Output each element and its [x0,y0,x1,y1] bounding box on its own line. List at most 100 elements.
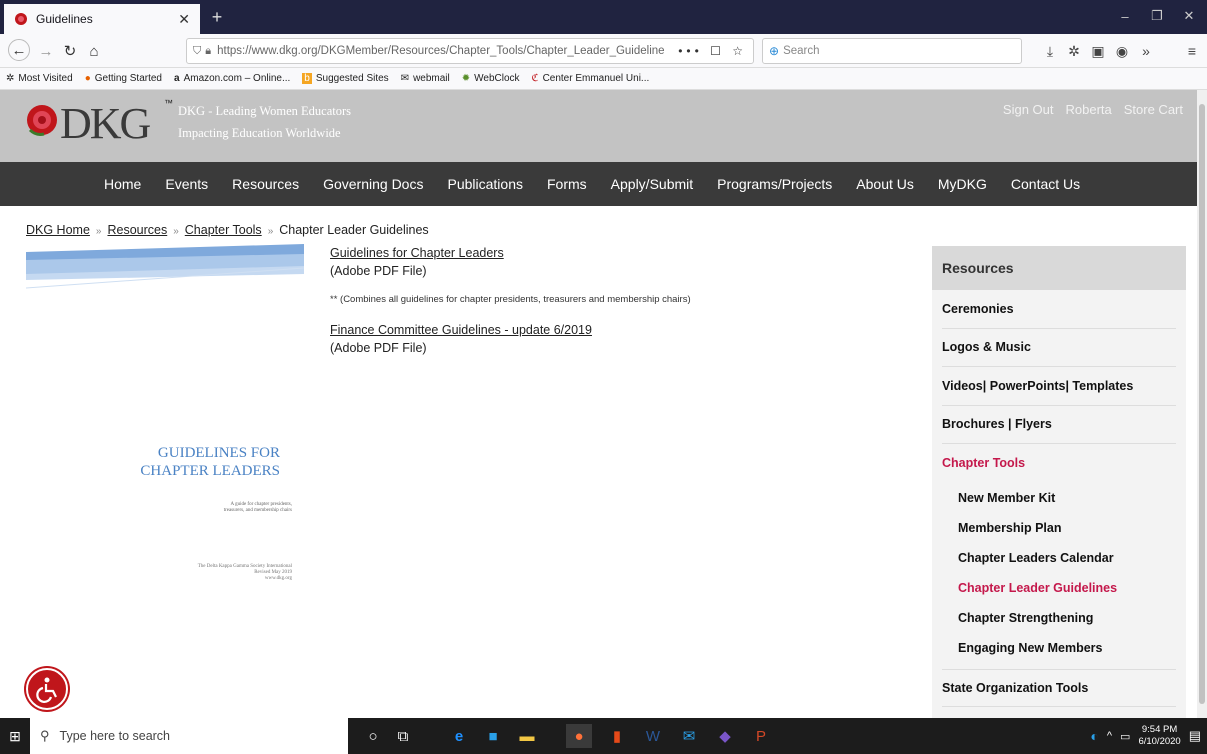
cover-subtitle: A guide for chapter presidents, treasure… [26,502,292,514]
back-icon[interactable]: ← [8,39,30,61]
nav-mydkg[interactable]: MyDKG [938,176,987,192]
dkg-logo[interactable]: DKG [24,96,164,156]
task-view-icon[interactable]: ⧉ [390,724,416,748]
breadcrumb-separator: » [173,226,179,237]
extension-icon[interactable]: ✲ [1064,42,1084,60]
cover-title-line: CHAPTER LEADERS [140,463,280,479]
clock-time: 9:54 PM [1141,724,1178,735]
minimize-icon[interactable]: – [1110,6,1140,26]
bookmark-amazon[interactable]: a Amazon.com – Online... [174,73,290,84]
sidebar-item-videos[interactable]: Videos| PowerPoints| Templates [942,367,1176,406]
mail-taskbar-icon[interactable]: ✉ [676,724,702,748]
page-scrollbar[interactable] [1197,90,1207,718]
new-tab-icon[interactable]: + [204,4,230,30]
sidebar-toggle-icon[interactable]: ▣ [1088,42,1108,60]
site-header: DKG ™ DKG - Leading Women Educators Impa… [0,90,1197,162]
breadcrumb-chapter-tools[interactable]: Chapter Tools [185,223,262,237]
downloads-icon[interactable]: ⤓ [1040,42,1060,60]
nav-apply-submit[interactable]: Apply/Submit [611,176,693,192]
user-links: Sign Out Roberta Store Cart [1003,102,1183,117]
trademark-symbol: ™ [164,98,173,108]
firefox-taskbar-icon[interactable]: ● [566,724,592,748]
breadcrumb-dkg-home[interactable]: DKG Home [26,223,90,237]
search-icon: ⚲ [40,728,50,743]
cortana-icon[interactable]: ○ [360,724,386,748]
bookmark-suggested-sites[interactable]: b Suggested Sites [302,73,389,84]
nav-governing-docs[interactable]: Governing Docs [323,176,423,192]
guidelines-cover-image[interactable]: GUIDELINES FOR CHAPTER LEADERS A guide f… [26,244,304,614]
scrollbar-thumb[interactable] [1199,104,1205,704]
sign-out-link[interactable]: Sign Out [1003,102,1054,117]
help-icon[interactable]: ◐ [1090,728,1098,744]
web-page: DKG ™ DKG - Leading Women Educators Impa… [0,90,1197,718]
bookmark-getting-started[interactable]: ● Getting Started [85,73,162,84]
file-explorer-icon[interactable]: ▬ [514,724,540,748]
bookmark-webclock[interactable]: ✹ WebClock [462,73,520,84]
restore-icon[interactable]: ❐ [1142,6,1172,26]
sidebar-sub-new-member-kit[interactable]: New Member Kit [932,483,1186,513]
office-icon[interactable]: ▮ [604,724,630,748]
forward-icon[interactable]: → [34,39,58,63]
nav-programs-projects[interactable]: Programs/Projects [717,176,832,192]
doc-file-type: (Adobe PDF File) [330,264,427,278]
windows-start-icon[interactable]: ⊞ [0,718,30,754]
network-icon[interactable]: ▭ [1120,730,1130,743]
edge-icon[interactable]: e [446,724,472,748]
sidebar-item-chapter-tools[interactable]: Chapter Tools [942,444,1176,483]
nav-resources[interactable]: Resources [232,176,299,192]
search-placeholder: Search [783,45,820,57]
sidebar-sub-chapter-strengthening[interactable]: Chapter Strengthening [932,603,1186,633]
overflow-menu-icon[interactable]: » [1136,42,1156,60]
sidebar-item-ceremonies[interactable]: Ceremonies [942,290,1176,329]
sidebar-item-logos-music[interactable]: Logos & Music [942,329,1176,367]
sidebar-heading: Resources [932,246,1186,290]
account-icon[interactable]: ◉ [1112,42,1132,60]
sidebar-sub-chapter-leaders-calendar[interactable]: Chapter Leaders Calendar [932,543,1186,573]
word-icon[interactable]: W [640,724,666,748]
site-subtagline: Impacting Education Worldwide [178,126,341,140]
cover-footer: The Delta Kappa Gamma Society Internatio… [26,564,292,582]
sidebar-sub-chapter-leader-guidelines[interactable]: Chapter Leader Guidelines [932,573,1186,603]
close-window-icon[interactable]: ✕ [1174,6,1204,26]
user-name-link[interactable]: Roberta [1066,102,1112,117]
breadcrumb-separator: » [95,226,102,237]
breadcrumb-resources[interactable]: Resources [107,223,167,237]
home-icon[interactable]: ⌂ [82,39,106,63]
search-bar[interactable]: ⊕ Search [762,38,1022,64]
bookmark-center-emmanuel[interactable]: ℭ Center Emmanuel Uni... [532,73,650,84]
browser-tab[interactable]: Guidelines ✕ [4,4,200,34]
finance-committee-guidelines-link[interactable]: Finance Committee Guidelines - update 6/… [330,323,890,337]
nav-events[interactable]: Events [165,176,208,192]
bookmark-webmail[interactable]: ✉ webmail [401,73,450,84]
hamburger-menu-icon[interactable]: ≡ [1182,42,1202,60]
sidebar-item-state-organization-tools[interactable]: State Organization Tools [942,668,1176,707]
gear-icon: ✲ [6,73,15,84]
notifications-icon[interactable]: ▤ [1189,728,1201,744]
windows-taskbar: ⊞ ⚲ Type here to search ○ ⧉ e ■ ▬ ● ▮ W … [0,718,1207,754]
sidebar-sub-membership-plan[interactable]: Membership Plan [932,513,1186,543]
app-icon[interactable]: ◆ [712,724,738,748]
show-hidden-icons-icon[interactable]: ^ [1107,730,1112,742]
sidebar-sub-engaging-new-members[interactable]: Engaging New Members [932,633,1186,663]
store-cart-link[interactable]: Store Cart [1124,102,1183,117]
url-bar[interactable]: ⛉ 🔒︎ https://www.dkg.org/DKGMember/Resou… [186,38,754,64]
nav-contact-us[interactable]: Contact Us [1011,176,1080,192]
taskbar-search[interactable]: ⚲ Type here to search [30,718,348,754]
nav-home[interactable]: Home [104,176,141,192]
guidelines-chapter-leaders-link[interactable]: Guidelines for Chapter Leaders [330,246,890,260]
cover-banner-graphic [26,244,304,289]
accessibility-icon[interactable] [26,668,68,710]
clock-icon: ✹ [461,73,471,84]
nav-publications[interactable]: Publications [447,176,523,192]
close-tab-icon[interactable]: ✕ [178,11,190,28]
powerpoint-icon[interactable]: P [748,724,774,748]
store-icon[interactable]: ■ [480,724,506,748]
documents-list: Guidelines for Chapter Leaders (Adobe PD… [330,246,890,355]
nav-forms[interactable]: Forms [547,176,587,192]
sidebar-item-brochures[interactable]: Brochures | Flyers [942,406,1176,444]
system-clock[interactable]: 9:54 PM 6/10/2020 [1138,724,1180,748]
nav-about-us[interactable]: About Us [856,176,914,192]
bookmark-most-visited[interactable]: ✲ Most Visited [6,73,73,84]
page-actions-icon[interactable]: ••• ☐ ☆ [672,44,753,58]
reload-icon[interactable]: ↻ [58,39,82,63]
